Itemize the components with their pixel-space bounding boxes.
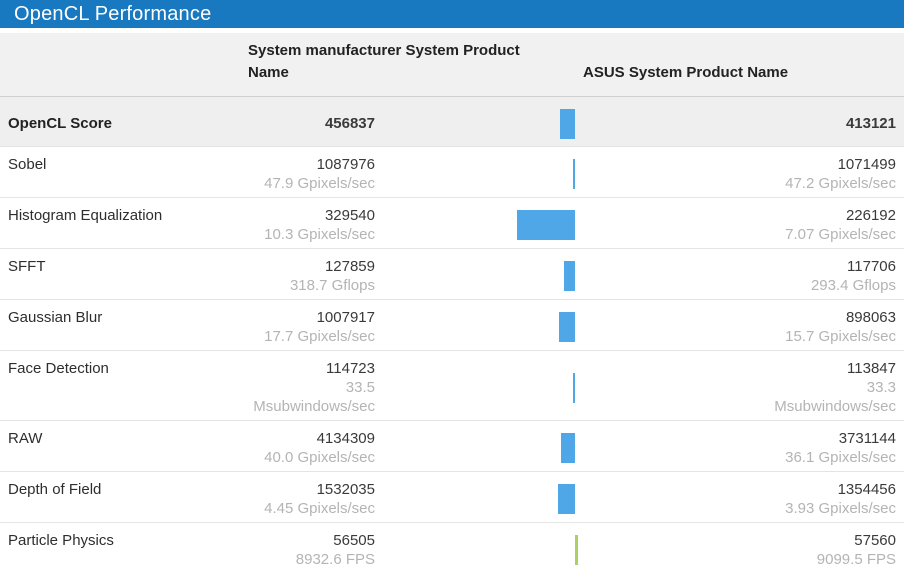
benchmark-label: SFFT (0, 257, 240, 295)
right-unit: 47.2 Gpixels/sec (750, 174, 896, 193)
comparison-bar (558, 484, 575, 514)
right-value: 3731144 (750, 429, 896, 448)
left-value: 4134309 (240, 429, 375, 448)
left-value: 1532035 (240, 480, 375, 499)
comparison-bar (575, 535, 578, 565)
comparison-bar (559, 312, 575, 342)
benchmark-label: Gaussian Blur (0, 308, 240, 346)
right-value: 898063 (750, 308, 896, 327)
comparison-bar (564, 261, 575, 291)
left-unit: 33.5 Msubwindows/sec (240, 378, 375, 416)
bar-cell (380, 531, 640, 565)
comparison-bar (561, 433, 575, 463)
opencl-performance-panel: OpenCL Performance System manufacturer S… (0, 0, 904, 565)
right-unit: 33.3 Msubwindows/sec (750, 378, 896, 416)
benchmark-label: Face Detection (0, 359, 240, 416)
right-system-name: ASUS System Product Name (583, 64, 788, 81)
left-system-name: System manufacturer System Product Name (248, 40, 540, 84)
benchmark-row-depth-of-field: Depth of Field 1532035 4.45 Gpixels/sec … (0, 472, 904, 523)
benchmark-row-histogram-equalization: Histogram Equalization 329540 10.3 Gpixe… (0, 198, 904, 249)
bar-cell (380, 429, 640, 467)
left-value: 127859 (240, 257, 375, 276)
score-label: OpenCL Score (0, 114, 240, 133)
left-unit: 318.7 Gflops (240, 276, 375, 295)
section-title: OpenCL Performance (14, 3, 211, 26)
bar-cell (380, 359, 640, 416)
bar-cell (380, 480, 640, 518)
right-score-value: 413121 (750, 114, 896, 133)
benchmark-row-sfft: SFFT 127859 318.7 Gflops 117706 293.4 Gf… (0, 249, 904, 300)
right-unit: 15.7 Gpixels/sec (750, 327, 896, 346)
comparison-bar (573, 373, 575, 403)
section-title-bar: OpenCL Performance (0, 0, 904, 28)
left-value: 114723 (240, 359, 375, 378)
benchmark-row-raw: RAW 4134309 40.0 Gpixels/sec 3731144 36.… (0, 421, 904, 472)
right-value: 57560 (750, 531, 896, 550)
benchmark-label: Sobel (0, 155, 240, 193)
benchmark-label: RAW (0, 429, 240, 467)
right-unit: 293.4 Gflops (750, 276, 896, 295)
score-bar-cell (380, 105, 640, 142)
right-value: 1354456 (750, 480, 896, 499)
bar-cell (380, 308, 640, 346)
benchmark-row-gaussian-blur: Gaussian Blur 1007917 17.7 Gpixels/sec 8… (0, 300, 904, 351)
comparison-bar (573, 159, 575, 189)
score-comparison-bar (560, 109, 575, 139)
benchmark-row-particle-physics: Particle Physics 56505 8932.6 FPS 57560 … (0, 523, 904, 565)
left-unit: 17.7 Gpixels/sec (240, 327, 375, 346)
right-unit: 9099.5 FPS (750, 550, 896, 565)
bar-cell (380, 257, 640, 295)
left-unit: 40.0 Gpixels/sec (240, 448, 375, 467)
right-unit: 36.1 Gpixels/sec (750, 448, 896, 467)
right-value: 1071499 (750, 155, 896, 174)
comparison-bar (517, 210, 575, 240)
benchmark-label: Depth of Field (0, 480, 240, 518)
left-unit: 4.45 Gpixels/sec (240, 499, 375, 518)
left-value: 1007917 (240, 308, 375, 327)
right-unit: 7.07 Gpixels/sec (750, 225, 896, 244)
bar-cell (380, 155, 640, 193)
left-unit: 10.3 Gpixels/sec (240, 225, 375, 244)
right-value: 117706 (750, 257, 896, 276)
benchmark-label: Particle Physics (0, 531, 240, 565)
left-unit: 47.9 Gpixels/sec (240, 174, 375, 193)
right-unit: 3.93 Gpixels/sec (750, 499, 896, 518)
column-header-left-system: System manufacturer System Product Name (240, 40, 540, 96)
left-unit: 8932.6 FPS (240, 550, 375, 565)
table-header-row: System manufacturer System Product Name … (0, 33, 904, 97)
right-value: 226192 (750, 206, 896, 225)
left-score-value: 456837 (240, 114, 375, 133)
benchmark-label: Histogram Equalization (0, 206, 240, 244)
bar-cell (380, 206, 640, 244)
right-value: 113847 (750, 359, 896, 378)
benchmark-comparison-table: System manufacturer System Product Name … (0, 33, 904, 565)
left-value: 1087976 (240, 155, 375, 174)
benchmark-row-face-detection: Face Detection 114723 33.5 Msubwindows/s… (0, 351, 904, 421)
left-value: 56505 (240, 531, 375, 550)
row-opencl-score: OpenCL Score 456837 413121 (0, 97, 904, 147)
left-value: 329540 (240, 206, 375, 225)
benchmark-row-sobel: Sobel 1087976 47.9 Gpixels/sec 1071499 4… (0, 147, 904, 198)
column-header-right-system: ASUS System Product Name (540, 62, 904, 96)
